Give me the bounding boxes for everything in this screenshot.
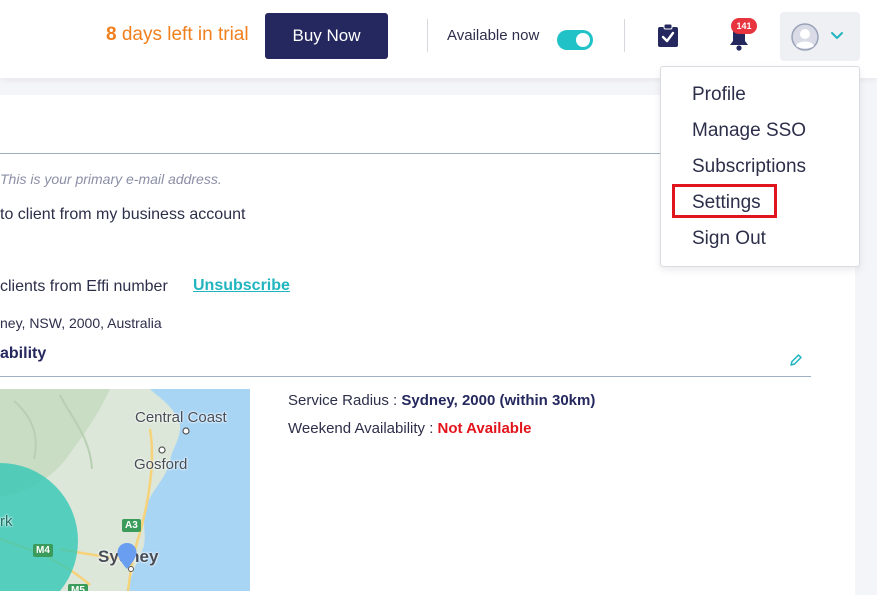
address-text: ney, NSW, 2000, Australia (0, 315, 162, 331)
road-shield-m4: M4 (33, 544, 53, 557)
weekend-availability-value: Not Available (437, 420, 532, 437)
road-shield-a3: A3 (122, 519, 141, 532)
menu-item-manage-sso[interactable]: Manage SSO (692, 120, 806, 142)
map-label-central-coast: Central Coast (135, 409, 227, 426)
trial-text: days left in trial (121, 24, 249, 45)
service-radius-label: Service Radius : (288, 392, 398, 409)
trial-days: 8 (106, 24, 117, 45)
edit-pencil-icon[interactable] (789, 353, 803, 367)
map-label-park: rk (0, 513, 13, 530)
menu-item-subscriptions[interactable]: Subscriptions (692, 156, 806, 178)
weekend-availability-label: Weekend Availability : (288, 420, 434, 437)
notification-badge: 141 (731, 18, 757, 34)
map-dot-icon (158, 446, 166, 454)
sms-text: clients from Effi number (0, 278, 168, 295)
section-divider (0, 153, 660, 154)
buy-now-button[interactable]: Buy Now (265, 13, 388, 59)
section-divider (0, 376, 811, 377)
service-radius-row: Service Radius : Sydney, 2000 (within 30… (288, 392, 595, 409)
chevron-down-icon (831, 32, 843, 39)
header-divider (624, 19, 625, 52)
menu-item-profile[interactable]: Profile (692, 84, 746, 106)
toggle-knob (576, 33, 590, 47)
weekend-availability-row: Weekend Availability : Not Available (288, 420, 531, 437)
available-now-toggle[interactable] (557, 30, 593, 50)
menu-item-settings[interactable]: Settings (692, 192, 761, 214)
availability-section-title: ability (0, 345, 47, 362)
menu-item-sign-out[interactable]: Sign Out (692, 228, 766, 250)
road-shield-m5: M5 (68, 584, 88, 591)
service-radius-value: Sydney, 2000 (within 30km) (401, 392, 596, 409)
primary-email-note: This is your primary e-mail address. (0, 171, 222, 187)
profile-dropdown-menu: Profile Manage SSO Subscriptions Setting… (660, 66, 860, 267)
map-dot-icon (182, 427, 190, 435)
trial-countdown: 8 days left in trial (106, 24, 249, 46)
profile-menu-button[interactable] (780, 12, 860, 61)
header-divider (427, 19, 428, 52)
unsubscribe-link[interactable]: Unsubscribe (193, 277, 290, 295)
map-label-gosford: Gosford (134, 456, 188, 473)
avatar-icon (791, 23, 819, 51)
business-account-text: to client from my business account (0, 206, 246, 223)
map-pin-icon (117, 543, 137, 572)
clipboard-check-icon[interactable] (657, 24, 679, 48)
service-area-map[interactable]: Central Coast Gosford rk A3 M4 Sydney M5 (0, 389, 250, 591)
available-now-label: Available now (447, 27, 540, 44)
